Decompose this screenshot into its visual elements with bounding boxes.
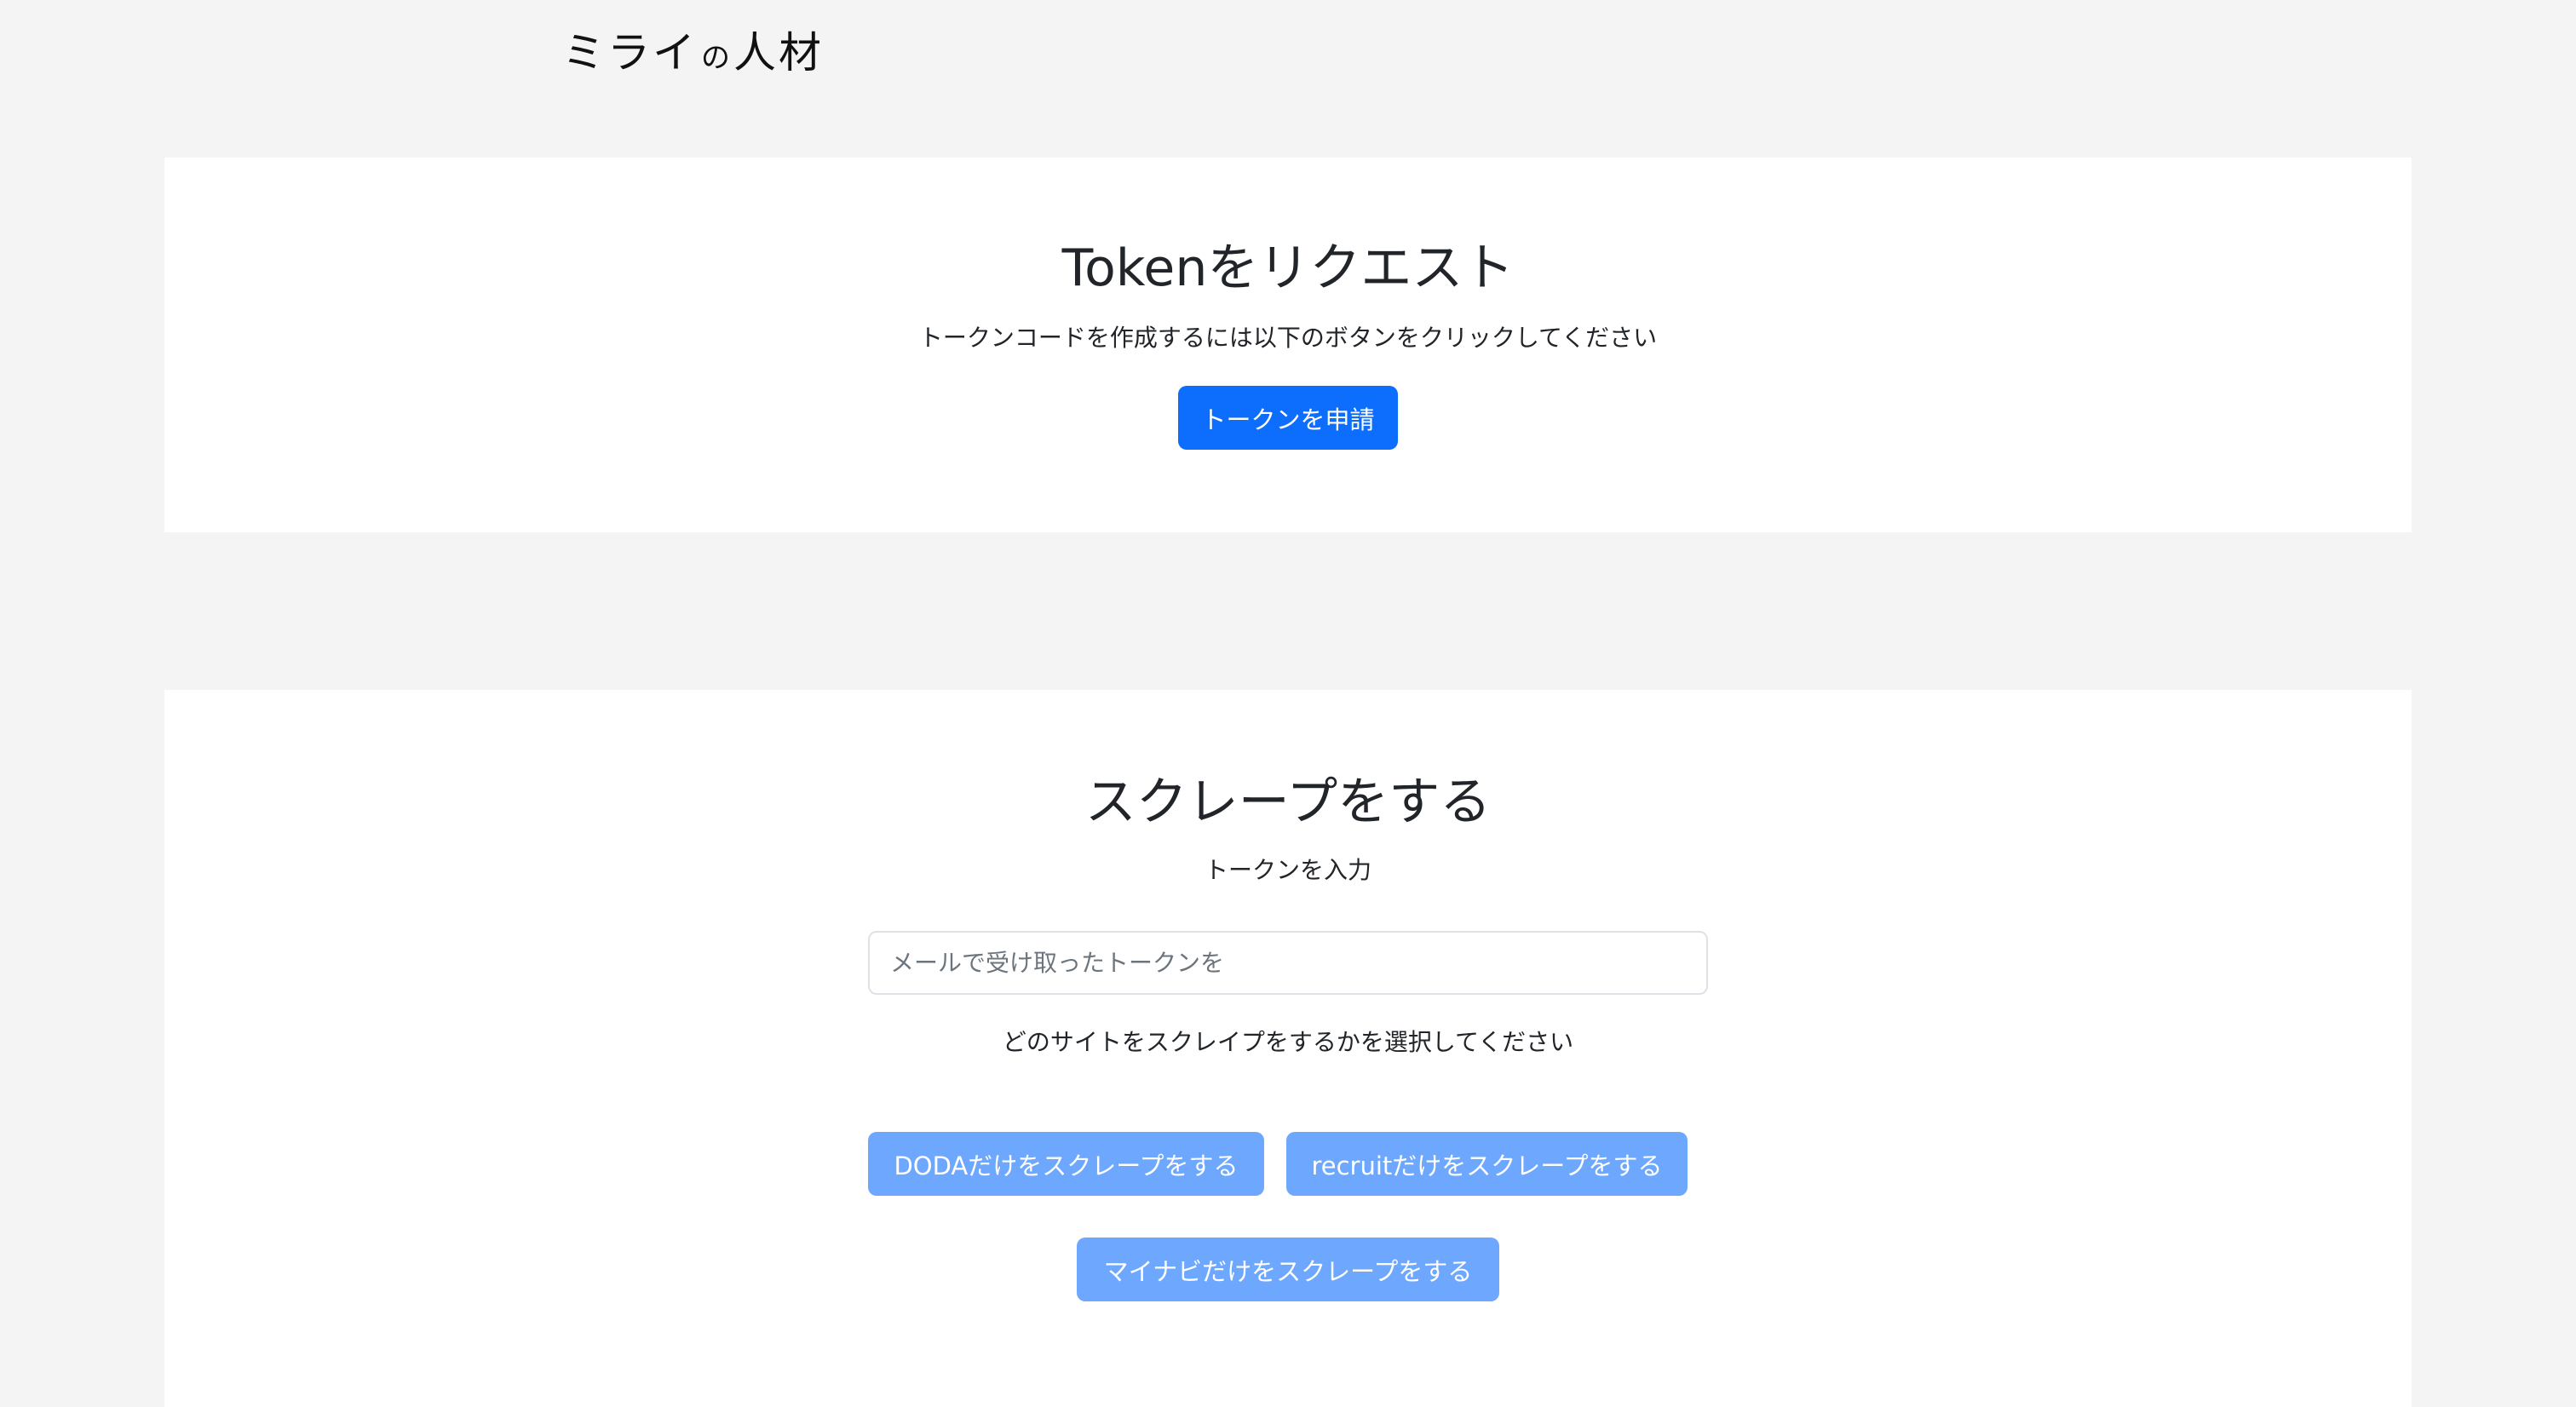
brand-text-part3: 人材 — [733, 28, 824, 78]
token-title: Tokenをリクエスト — [1061, 238, 1515, 298]
token-input-label: トークンを入力 — [1204, 856, 1371, 884]
brand-text-part1: ミライ — [562, 28, 698, 78]
brand-text-part2: の — [701, 41, 730, 75]
token-input[interactable] — [868, 931, 1708, 995]
scrape-mynavi-button[interactable]: マイナビだけをスクレープをする — [1077, 1238, 1499, 1301]
site-prompt-wrap: どのサイトをスクレイプをするかを選択してください — [164, 1031, 2412, 1054]
scrape-card: スクレープをする トークンを入力 どのサイトをスクレイプをするかを選択してくださ… — [164, 690, 2412, 1407]
scrape-title: スクレープをする — [1084, 772, 1492, 832]
token-request-card: Tokenをリクエスト トークンコードを作成するには以下のボタンをクリックしてく… — [164, 158, 2412, 532]
token-input-label-wrap: トークンを入力 — [164, 859, 2412, 882]
token-description-wrap: トークンコードを作成するには以下のボタンをクリックしてください — [164, 326, 2412, 350]
request-token-button[interactable]: トークンを申請 — [1178, 386, 1398, 450]
brand-logo[interactable]: ミライ の 人材 — [562, 19, 824, 87]
site-select-prompt: どのサイトをスクレイプをするかを選択してください — [1002, 1028, 1574, 1056]
scrape-title-wrap: スクレープをする — [164, 777, 2412, 828]
token-title-wrap: Tokenをリクエスト — [164, 243, 2412, 294]
scrape-doda-button[interactable]: DODAだけをスクレープをする — [868, 1132, 1264, 1196]
token-description: トークンコードを作成するには以下のボタンをクリックしてください — [918, 324, 1658, 352]
scrape-recruit-button[interactable]: recruitだけをスクレープをする — [1286, 1132, 1688, 1196]
